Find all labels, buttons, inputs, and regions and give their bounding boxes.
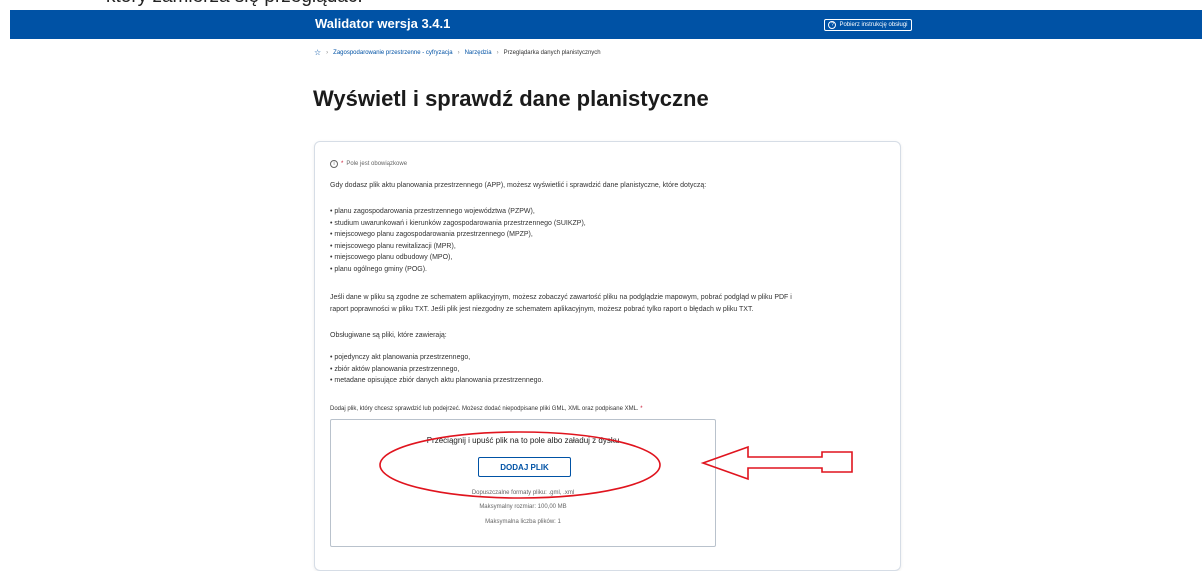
annotation-ellipse xyxy=(379,431,661,499)
annotation-overlay xyxy=(379,431,853,499)
annotation-arrow-icon xyxy=(700,445,853,481)
